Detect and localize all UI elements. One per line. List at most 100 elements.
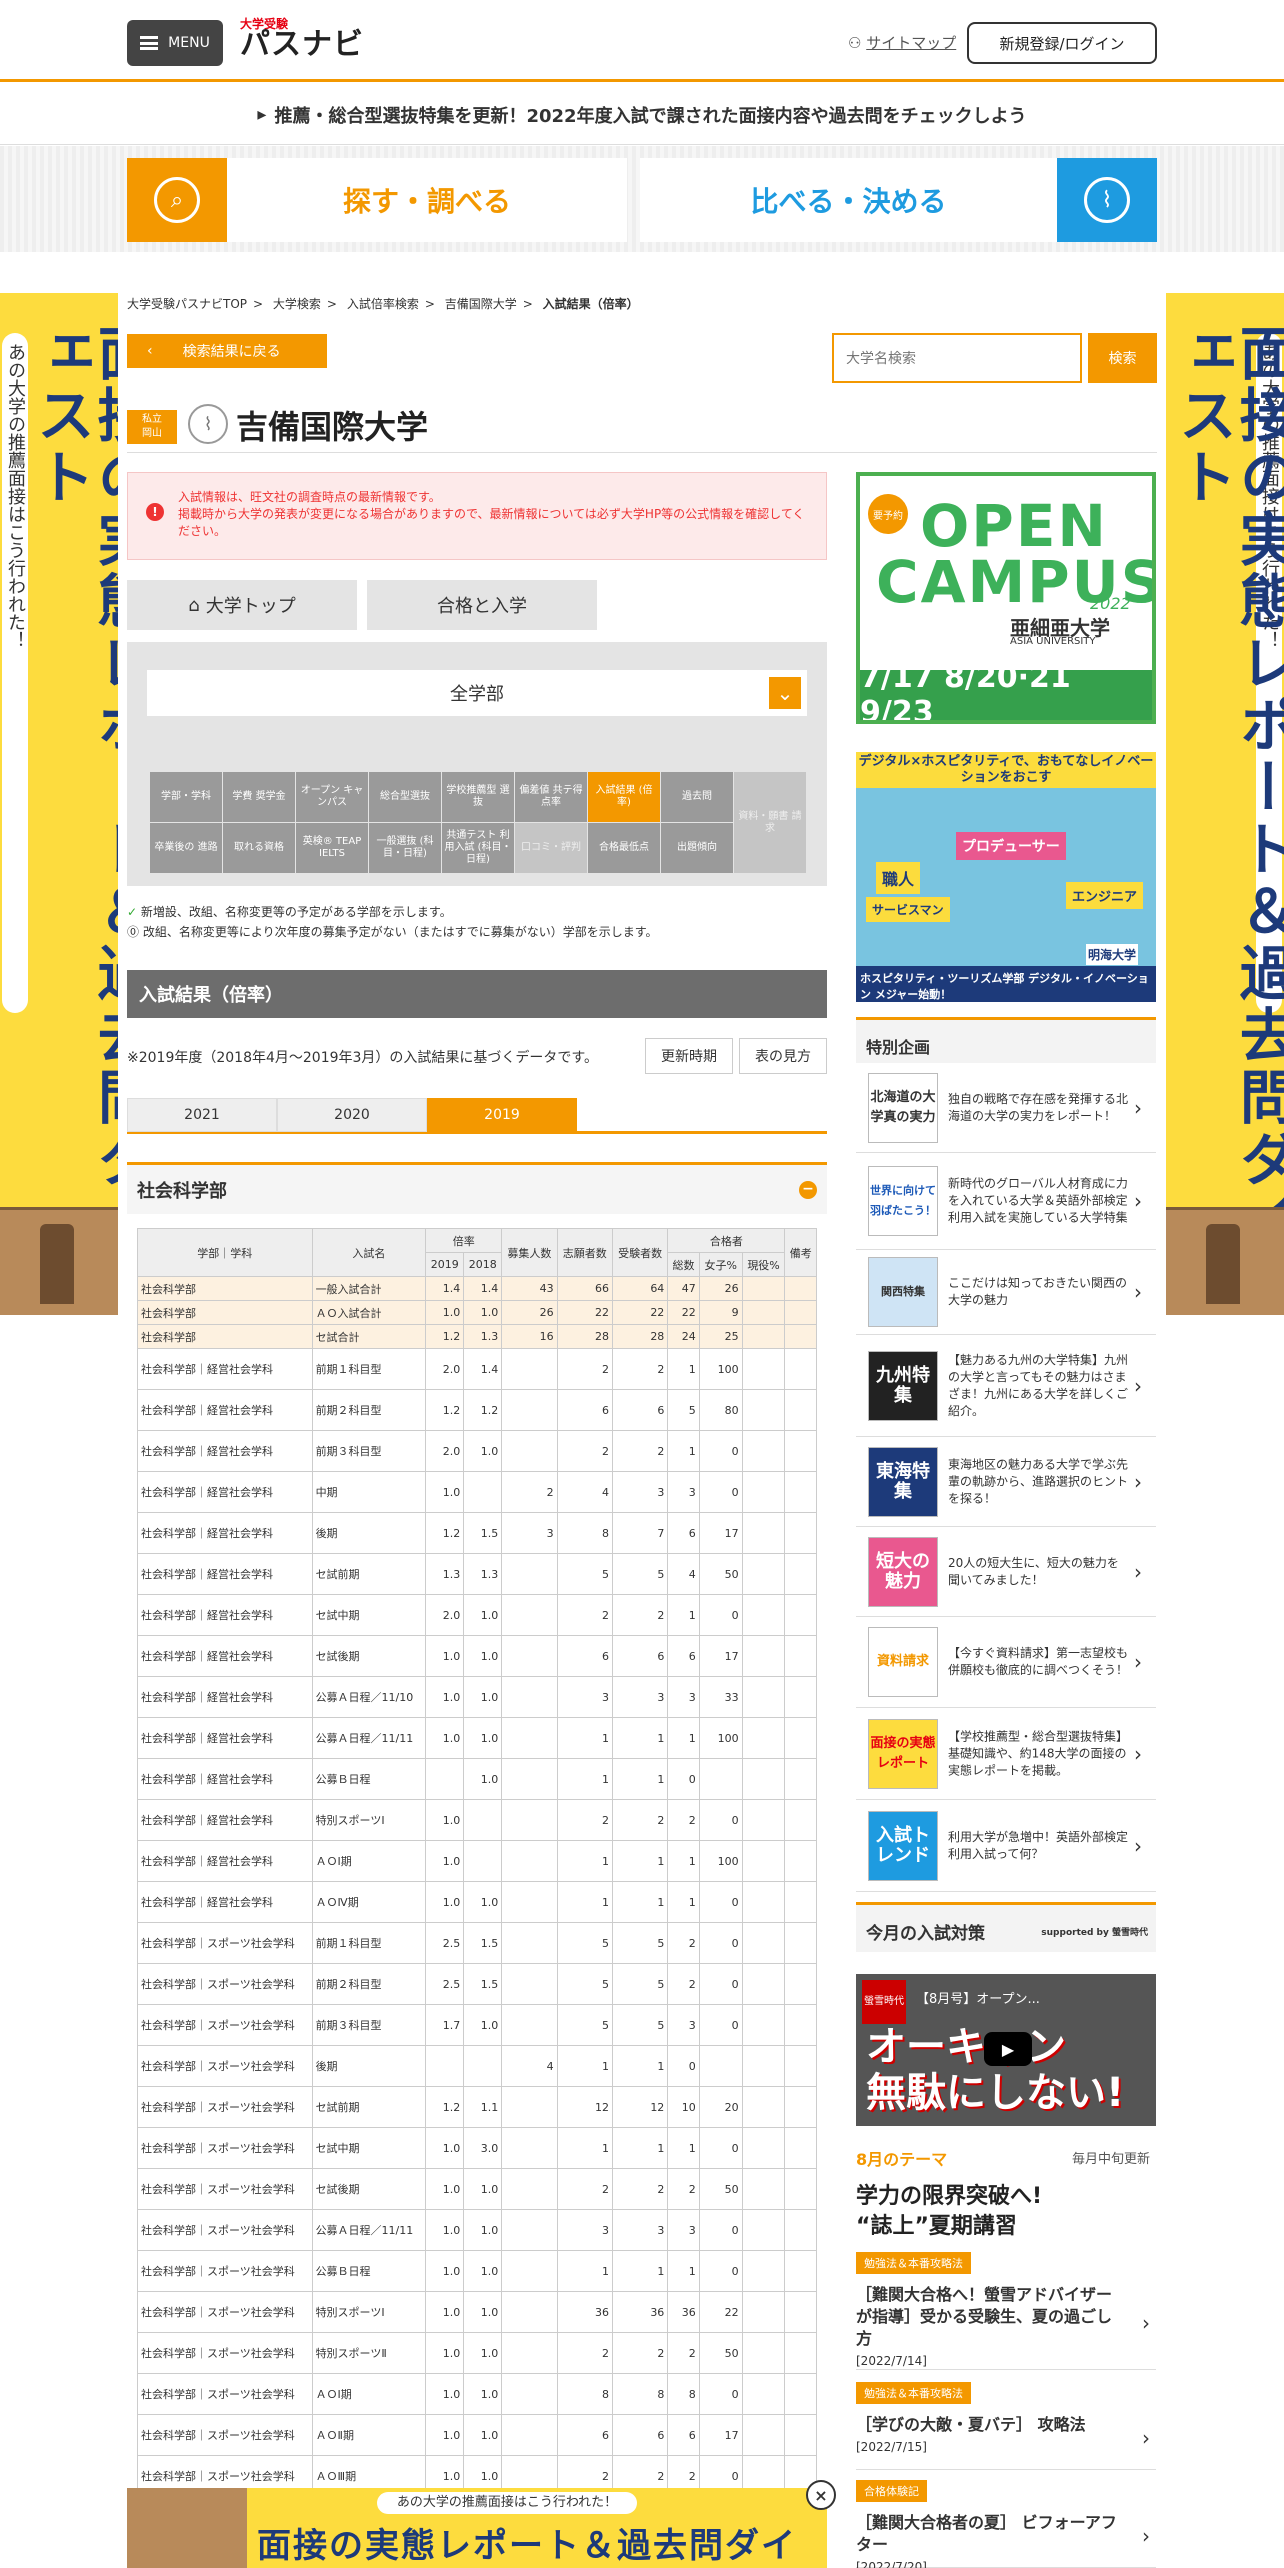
table-cell bbox=[784, 1840, 817, 1882]
table-row: 社会科学部｜経営社会学科 公募Ａ日程／11/10 1.0 1.0 3 3 3 33 bbox=[137, 1676, 817, 1718]
ad-open-campus[interactable]: 要予約 OPEN CAMPUS 2022 亜細亜大学 ASIA UNIVERSI… bbox=[856, 472, 1156, 724]
special-feature-item[interactable]: 東海特集 東海地区の魅力ある大学で学ぶ先輩の軌跡から、進路選択のヒントを探る！ › bbox=[856, 1437, 1156, 1527]
ad-meikai-university[interactable]: デジタル×ホスピタリティで、おもてなしイノベーションをおこす 職人 サービスマン… bbox=[856, 752, 1156, 1002]
article-item[interactable]: 勉強法＆本番攻略法 ［難関大合格へ！螢雪アドバイザーが指導］受かる受験生、夏の過ご… bbox=[856, 2252, 1156, 2370]
table-cell: 5 bbox=[611, 2004, 669, 2046]
feature-description: 新時代のグローバル人材育成に力を入れている大学＆英語外部検定利用入試を実施してい… bbox=[948, 1176, 1128, 1225]
special-feature-item[interactable]: 資料請求 【今すぐ資料請求】第一志望校も併願校も徹底的に調べつくそう！ › bbox=[856, 1617, 1156, 1708]
table-cell: 0 bbox=[667, 1758, 700, 1800]
category-link[interactable]: 合格最低点 bbox=[588, 823, 660, 873]
table-cell: 5 bbox=[556, 2004, 613, 2046]
category-link[interactable]: 総合型選抜 bbox=[369, 772, 441, 822]
article-item[interactable]: 合格体験記 ［難関大合格者の夏］ ビフォーアフター [2022/7/20] › bbox=[856, 2480, 1156, 2568]
site-logo[interactable]: 大学受験 パスナビ bbox=[240, 18, 364, 60]
chevron-right-icon: › bbox=[1134, 1741, 1142, 1766]
feature-thumbnail: 北海道の大学真の実力 bbox=[868, 1072, 938, 1143]
nav-search-tab[interactable]: 探す・調べる bbox=[227, 158, 627, 242]
category-link[interactable]: 過去問 bbox=[661, 772, 733, 822]
tab-year-2021[interactable]: 2021 bbox=[127, 1098, 277, 1132]
table-cell: 12 bbox=[611, 2086, 669, 2128]
table-cell bbox=[784, 2291, 817, 2333]
feature-thumbnail: 九州特集 bbox=[868, 1350, 938, 1421]
article-date: [2022/7/14] bbox=[856, 2354, 927, 2368]
category-link[interactable]: 偏差値 共テ得点率 bbox=[515, 772, 587, 822]
table-cell: 43 bbox=[501, 1276, 558, 1301]
back-to-results-button[interactable]: ‹ 検索結果に戻る bbox=[127, 334, 327, 368]
category-link[interactable]: 学校推薦型 選抜 bbox=[442, 772, 514, 822]
nav-compare-tab-icon[interactable]: ⌇ bbox=[1057, 158, 1157, 242]
special-feature-item[interactable]: 関西特集 ここだけは知っておきたい関西の大学の魅力 › bbox=[856, 1250, 1156, 1335]
table-cell: 1.0 bbox=[463, 1430, 503, 1472]
table-cell: 1.0 bbox=[463, 2291, 503, 2333]
department-select[interactable]: 全学部 ⌄ bbox=[147, 670, 807, 716]
category-link[interactable]: 卒業後の 進路 bbox=[150, 823, 222, 873]
close-icon[interactable]: × bbox=[806, 2480, 836, 2510]
category-link[interactable]: オープン キャンパス bbox=[296, 772, 368, 822]
category-link[interactable]: 取れる資格 bbox=[223, 823, 295, 873]
collapse-icon[interactable]: − bbox=[799, 1181, 817, 1199]
nav-compare-tab[interactable]: 比べる・決める bbox=[640, 158, 1057, 242]
table-cell bbox=[784, 1324, 817, 1349]
table-cell bbox=[784, 1300, 817, 1325]
notice-bar[interactable]: ▸ 推薦・総合型選抜特集を更新！2022年度入試で課された面接内容や過去問をチェ… bbox=[0, 85, 1284, 145]
category-link[interactable]: 入試結果 (倍率) bbox=[588, 772, 660, 822]
tab-admission[interactable]: 合格と入学 bbox=[367, 580, 597, 630]
category-link[interactable]: 学部・学科 bbox=[150, 772, 222, 822]
article-item[interactable]: 勉強法＆本番攻略法 ［学びの大敵・夏バテ］ 攻略法 [2022/7/15] › bbox=[856, 2382, 1156, 2470]
side-banner-right[interactable]: あの大学の推薦面接はこう行われた！ 面接の実態レポート＆過去問ダイジェスト bbox=[1166, 293, 1284, 1315]
table-row: 社会科学部｜スポーツ社会学科 特別スポーツⅡ 1.0 1.0 2 2 2 50 bbox=[137, 2332, 817, 2374]
table-cell: 1 bbox=[611, 2045, 669, 2087]
menu-button[interactable]: MENU bbox=[127, 20, 223, 66]
table-guide-button[interactable]: 表の見方 bbox=[739, 1038, 827, 1074]
table-cell: 中期 bbox=[311, 1471, 427, 1513]
special-feature-item[interactable]: 世界に向けて羽ばたこう！ 新時代のグローバル人材育成に力を入れている大学＆英語外部… bbox=[856, 1153, 1156, 1250]
tab-year-2019[interactable]: 2019 bbox=[427, 1098, 577, 1132]
category-link[interactable]: 一般選抜 (科目・日程) bbox=[369, 823, 441, 873]
tab-year-2020[interactable]: 2020 bbox=[277, 1098, 427, 1132]
category-link[interactable]: 出題傾向 bbox=[661, 823, 733, 873]
sitemap-link[interactable]: ⚇ サイトマップ bbox=[848, 32, 956, 53]
category-link[interactable]: 英検® TEAP IELTS bbox=[296, 823, 368, 873]
table-cell bbox=[501, 1676, 558, 1718]
search-button[interactable]: 検索 bbox=[1088, 333, 1157, 383]
breadcrumb-item[interactable]: 入試倍率検索 bbox=[347, 297, 419, 311]
paperclip-icon: ⌇ bbox=[1084, 177, 1130, 223]
chevron-right-icon: › bbox=[1134, 1833, 1142, 1858]
tab-university-top[interactable]: ⌂ 大学トップ bbox=[127, 580, 357, 630]
table-row: 社会科学部 ＡＯ入試合計 1.0 1.0 26 22 22 22 9 bbox=[137, 1300, 817, 1325]
special-feature-item[interactable]: 九州特集 【魅力ある九州の大学特集】九州の大学と言ってもその魅力はさまざま！九州に… bbox=[856, 1335, 1156, 1437]
table-cell: 社会科学部｜経営社会学科 bbox=[137, 1635, 313, 1677]
breadcrumb-item[interactable]: 大学検索 bbox=[273, 297, 321, 311]
table-cell: 17 bbox=[698, 1512, 743, 1554]
table-row: 社会科学部｜経営社会学科 前期１科目型 2.0 1.4 2 2 1 100 bbox=[137, 1348, 817, 1390]
bottom-banner[interactable]: あの大学の推薦面接はこう行われた！ 面接の実態レポート＆過去問ダイジェスト bbox=[127, 2488, 827, 2568]
table-cell: 2.0 bbox=[425, 1430, 465, 1472]
table-cell bbox=[784, 2250, 817, 2292]
login-button[interactable]: 新規登録/ログイン bbox=[967, 22, 1157, 64]
special-feature-item[interactable]: 北海道の大学真の実力 独自の戦略で存在感を発揮する北海道の大学の実力をレポート！ › bbox=[856, 1063, 1156, 1153]
university-search-input[interactable] bbox=[832, 333, 1082, 383]
nav-search-tab-icon[interactable]: ⌕ bbox=[127, 158, 227, 242]
table-cell: 後期 bbox=[311, 2045, 427, 2087]
faculty-header[interactable]: 社会科学部 − bbox=[127, 1162, 827, 1214]
breadcrumb-item[interactable]: 大学受験パスナビTOP bbox=[127, 297, 247, 311]
play-icon[interactable]: ▶ bbox=[984, 2032, 1032, 2066]
special-feature-item[interactable]: 面接の実態レポート 【学校推薦型・総合型選抜特集】基礎知識や、約148大学の面接の… bbox=[856, 1708, 1156, 1800]
category-link[interactable]: 共通テスト 利用入試 (科目・日程) bbox=[442, 823, 514, 873]
breadcrumb-item[interactable]: 吉備国際大学 bbox=[445, 297, 517, 311]
table-cell: 36 bbox=[611, 2291, 669, 2333]
table-cell: 社会科学部｜スポーツ社会学科 bbox=[137, 2086, 313, 2128]
table-cell: 社会科学部｜スポーツ社会学科 bbox=[137, 1963, 313, 2005]
category-link[interactable]: 学費 奨学金 bbox=[223, 772, 295, 822]
table-cell: 社会科学部｜経営社会学科 bbox=[137, 1553, 313, 1595]
chevron-right-icon: › bbox=[1134, 1559, 1142, 1584]
table-cell bbox=[501, 1348, 558, 1390]
special-feature-item[interactable]: 入試トレンド 利用大学が急増中！英語外部検定利用入試って何？ › bbox=[856, 1800, 1156, 1892]
video-player[interactable]: 螢雪時代 【8月号】オープン... オーキャン 無駄にしない! ▶ bbox=[856, 1974, 1156, 2126]
favorite-clip-icon[interactable]: ⌇ bbox=[188, 404, 228, 444]
side-banner-left[interactable]: あの大学の推薦面接はこう行われた！ 面接の実態レポート＆過去問ダイジェスト bbox=[0, 293, 118, 1315]
update-timing-button[interactable]: 更新時期 bbox=[645, 1038, 733, 1074]
article-label: 勉強法＆本番攻略法 bbox=[856, 2252, 971, 2274]
special-feature-item[interactable]: 短大の魅力 20人の短大生に、短大の魅力を聞いてみました！ › bbox=[856, 1527, 1156, 1617]
table-cell: 1.5 bbox=[463, 1963, 503, 2005]
